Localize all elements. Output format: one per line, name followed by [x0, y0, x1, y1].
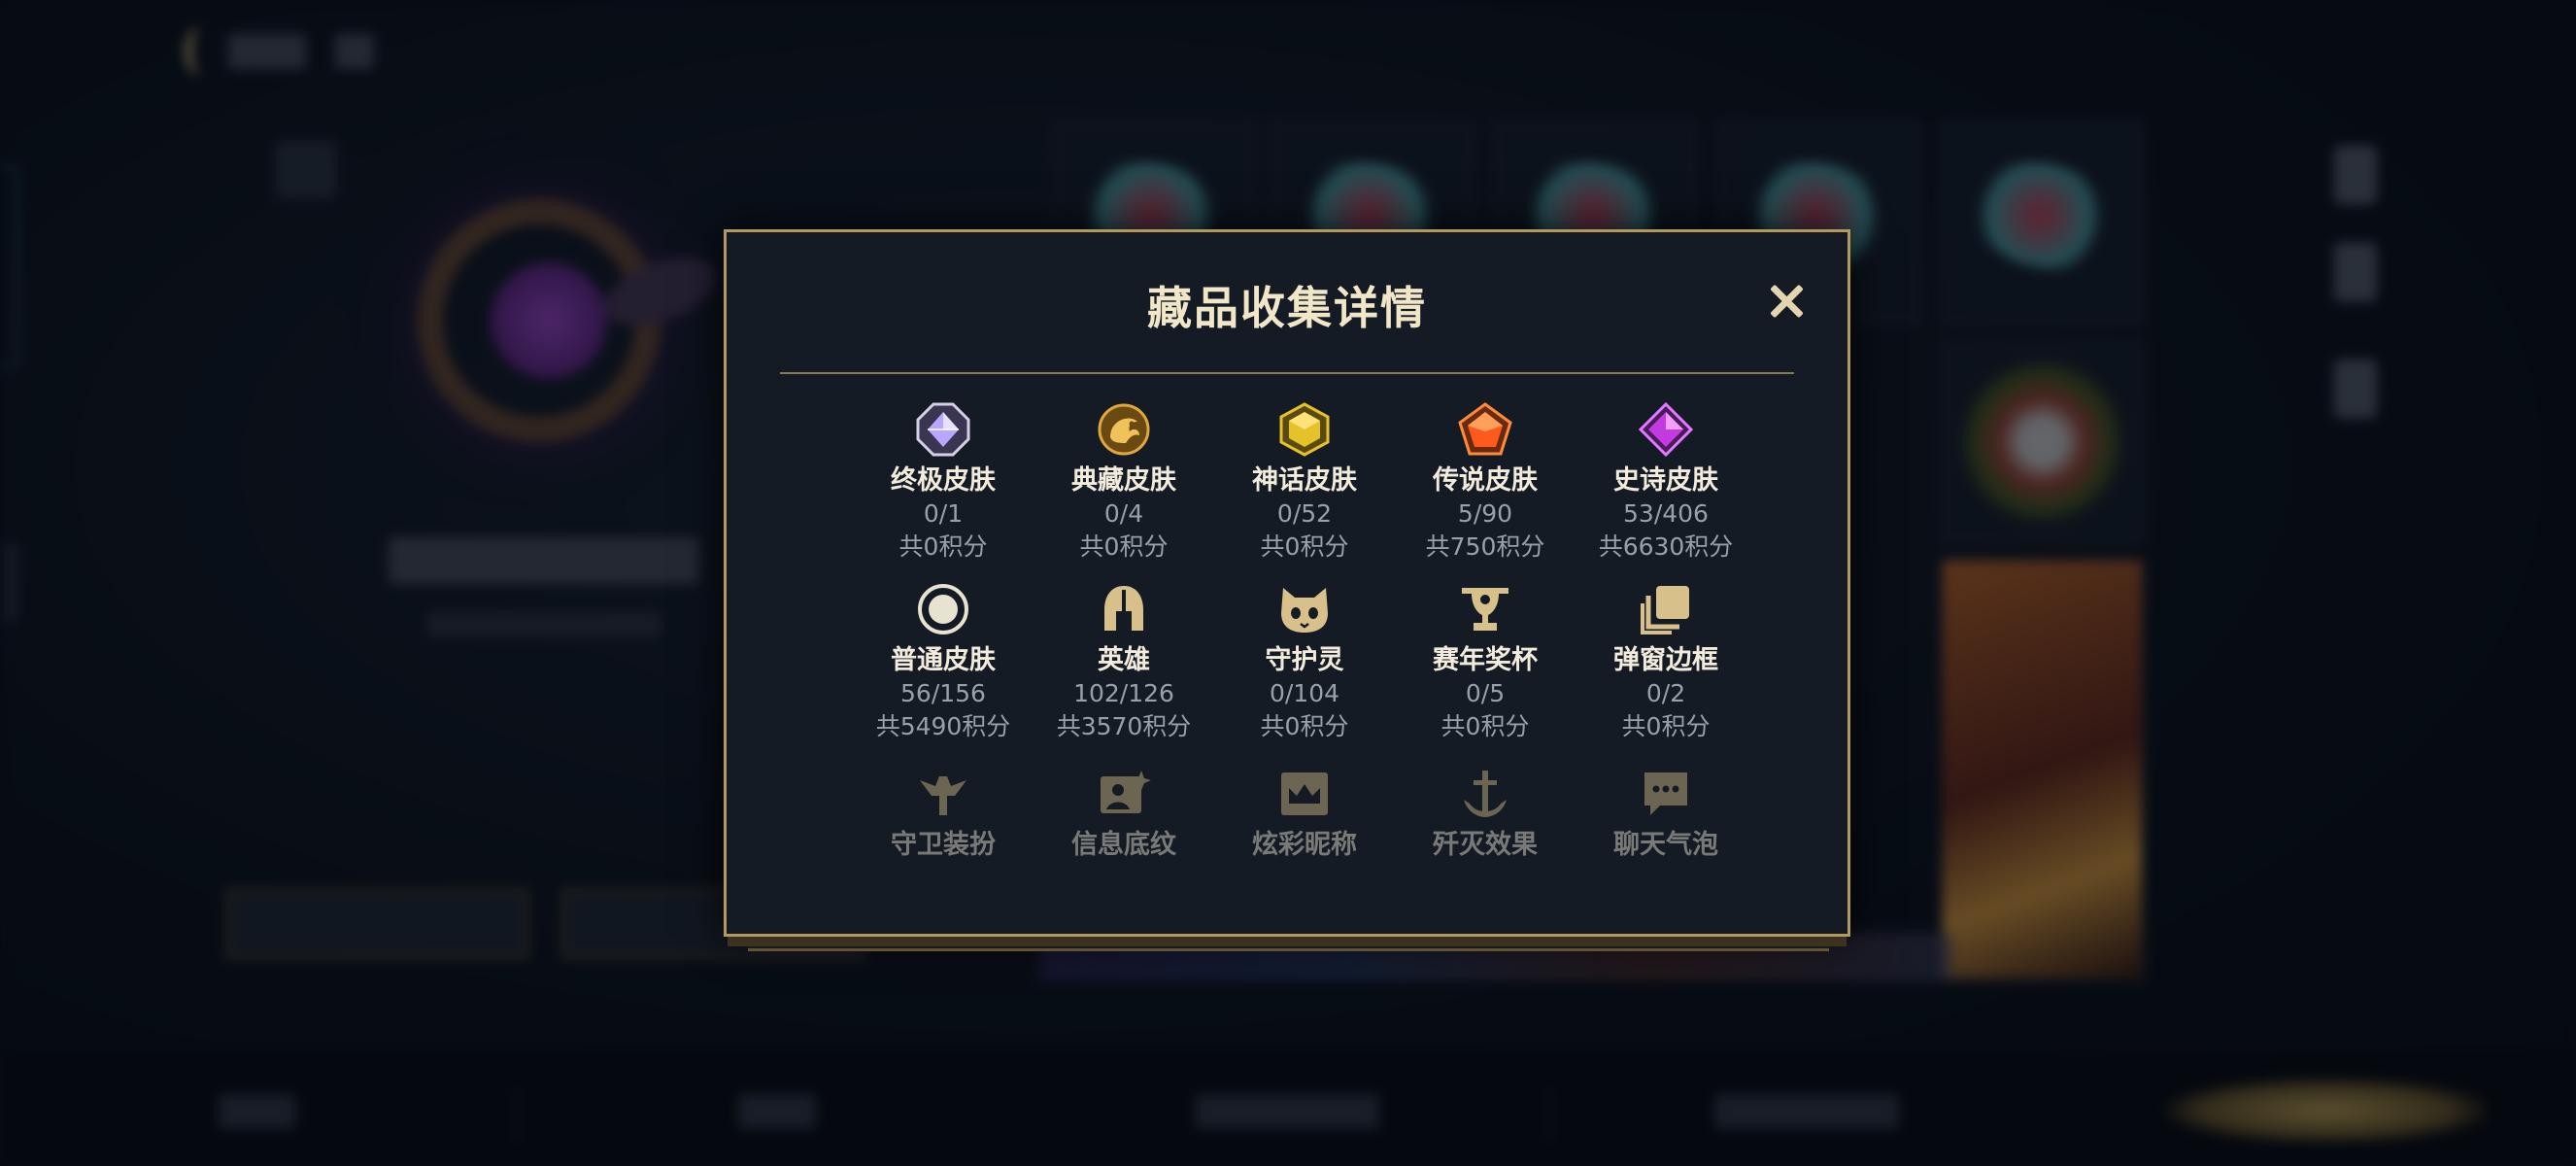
collection-item-chat-bubble[interactable]: 聊天气泡	[1576, 767, 1756, 862]
item-points: 共0积分	[1079, 532, 1169, 561]
collection-item-guardian-outfit[interactable]: 守卫装扮	[853, 767, 1034, 862]
collection-item-mythic-skin[interactable]: 神话皮肤 0/52 共0积分	[1214, 402, 1395, 564]
item-points: 共0积分	[1260, 712, 1349, 740]
collection-grid: 终极皮肤 0/1 共0积分 典藏皮肤 0/4 共0积分 神话皮肤 0/52 共0…	[853, 402, 1756, 927]
item-points: 共0积分	[1621, 712, 1711, 740]
item-points: 共0积分	[1441, 712, 1530, 740]
item-count: 0/4	[1103, 499, 1144, 528]
item-label: 守护灵	[1265, 645, 1344, 675]
item-label: 史诗皮肤	[1613, 465, 1718, 496]
pentagon-gem-icon	[1458, 402, 1512, 456]
trophy-icon	[1462, 588, 1508, 631]
item-count: 102/126	[1073, 679, 1174, 707]
modal-footer-edge	[748, 937, 1829, 951]
helmet-icon	[1104, 586, 1143, 631]
hexagon-gem-icon	[1279, 402, 1330, 457]
item-label: 终极皮肤	[891, 465, 996, 496]
item-points: 共3570积分	[1056, 712, 1192, 740]
item-count: 53/406	[1623, 499, 1709, 528]
item-label: 传说皮肤	[1433, 465, 1538, 496]
collection-item-season-trophy[interactable]: 赛年奖杯 0/5 共0积分	[1395, 582, 1576, 743]
octagon-gem-icon	[916, 402, 970, 457]
collection-item-legendary-skin[interactable]: 传说皮肤 5/90 共750积分	[1395, 402, 1576, 564]
collection-item-guardian-spirit[interactable]: 守护灵 0/104 共0积分	[1214, 582, 1395, 743]
item-label: 神话皮肤	[1252, 465, 1357, 496]
item-label: 典藏皮肤	[1071, 465, 1176, 496]
collection-item-epic-skin[interactable]: 史诗皮肤 53/406 共6630积分	[1576, 402, 1756, 564]
diamond-gem-icon	[1639, 402, 1693, 457]
chat-bubble-icon	[1644, 772, 1687, 815]
item-count: 0/104	[1269, 679, 1340, 707]
ward-icon	[920, 776, 966, 815]
close-icon[interactable]	[1762, 277, 1811, 326]
item-count: 5/90	[1457, 499, 1513, 528]
item-count: 0/5	[1465, 679, 1506, 707]
collection-details-modal: 藏品收集详情 终极皮肤 0/1 共0积分 典藏皮肤 0/4 共0积分 神话皮肤 …	[724, 229, 1850, 937]
title-divider	[780, 372, 1794, 374]
item-label: 普通皮肤	[891, 645, 996, 675]
collection-item-normal-skin[interactable]: 普通皮肤 56/156 共5490积分	[853, 582, 1034, 743]
item-points: 共6630积分	[1598, 532, 1734, 561]
collection-item-popup-frame[interactable]: 弹窗边框 0/2 共0积分	[1576, 582, 1756, 743]
collection-item-ultimate-skin[interactable]: 终极皮肤 0/1 共0积分	[853, 402, 1034, 564]
image-sparkle-icon	[1101, 771, 1151, 813]
item-count: 0/52	[1276, 499, 1333, 528]
item-points: 共750积分	[1425, 532, 1545, 561]
item-count: 56/156	[900, 679, 986, 707]
scroll-fade	[729, 854, 1845, 912]
cat-face-icon	[1281, 588, 1328, 633]
item-label: 英雄	[1098, 645, 1150, 675]
anchor-sword-icon	[1464, 771, 1507, 817]
collection-item-fancy-nickname[interactable]: 炫彩昵称	[1214, 767, 1395, 862]
crown-card-icon	[1281, 772, 1328, 815]
dragon-emblem-icon	[1098, 403, 1150, 456]
collection-item-champion[interactable]: 英雄 102/126 共3570积分	[1034, 582, 1214, 743]
stacked-frames-icon	[1641, 586, 1689, 634]
item-points: 共0积分	[898, 532, 988, 561]
circle-gem-icon	[918, 584, 968, 634]
collection-item-prestige-skin[interactable]: 典藏皮肤 0/4 共0积分	[1034, 402, 1214, 564]
item-count: 0/1	[923, 499, 964, 528]
collection-item-kill-effect[interactable]: 歼灭效果	[1395, 767, 1576, 862]
item-label: 弹窗边框	[1613, 645, 1718, 675]
item-label: 赛年奖杯	[1433, 645, 1538, 675]
item-points: 共5490积分	[875, 712, 1011, 740]
modal-title: 藏品收集详情	[1147, 282, 1427, 334]
item-count: 0/2	[1645, 679, 1686, 707]
collection-item-info-background[interactable]: 信息底纹	[1034, 767, 1214, 862]
item-points: 共0积分	[1260, 532, 1349, 561]
